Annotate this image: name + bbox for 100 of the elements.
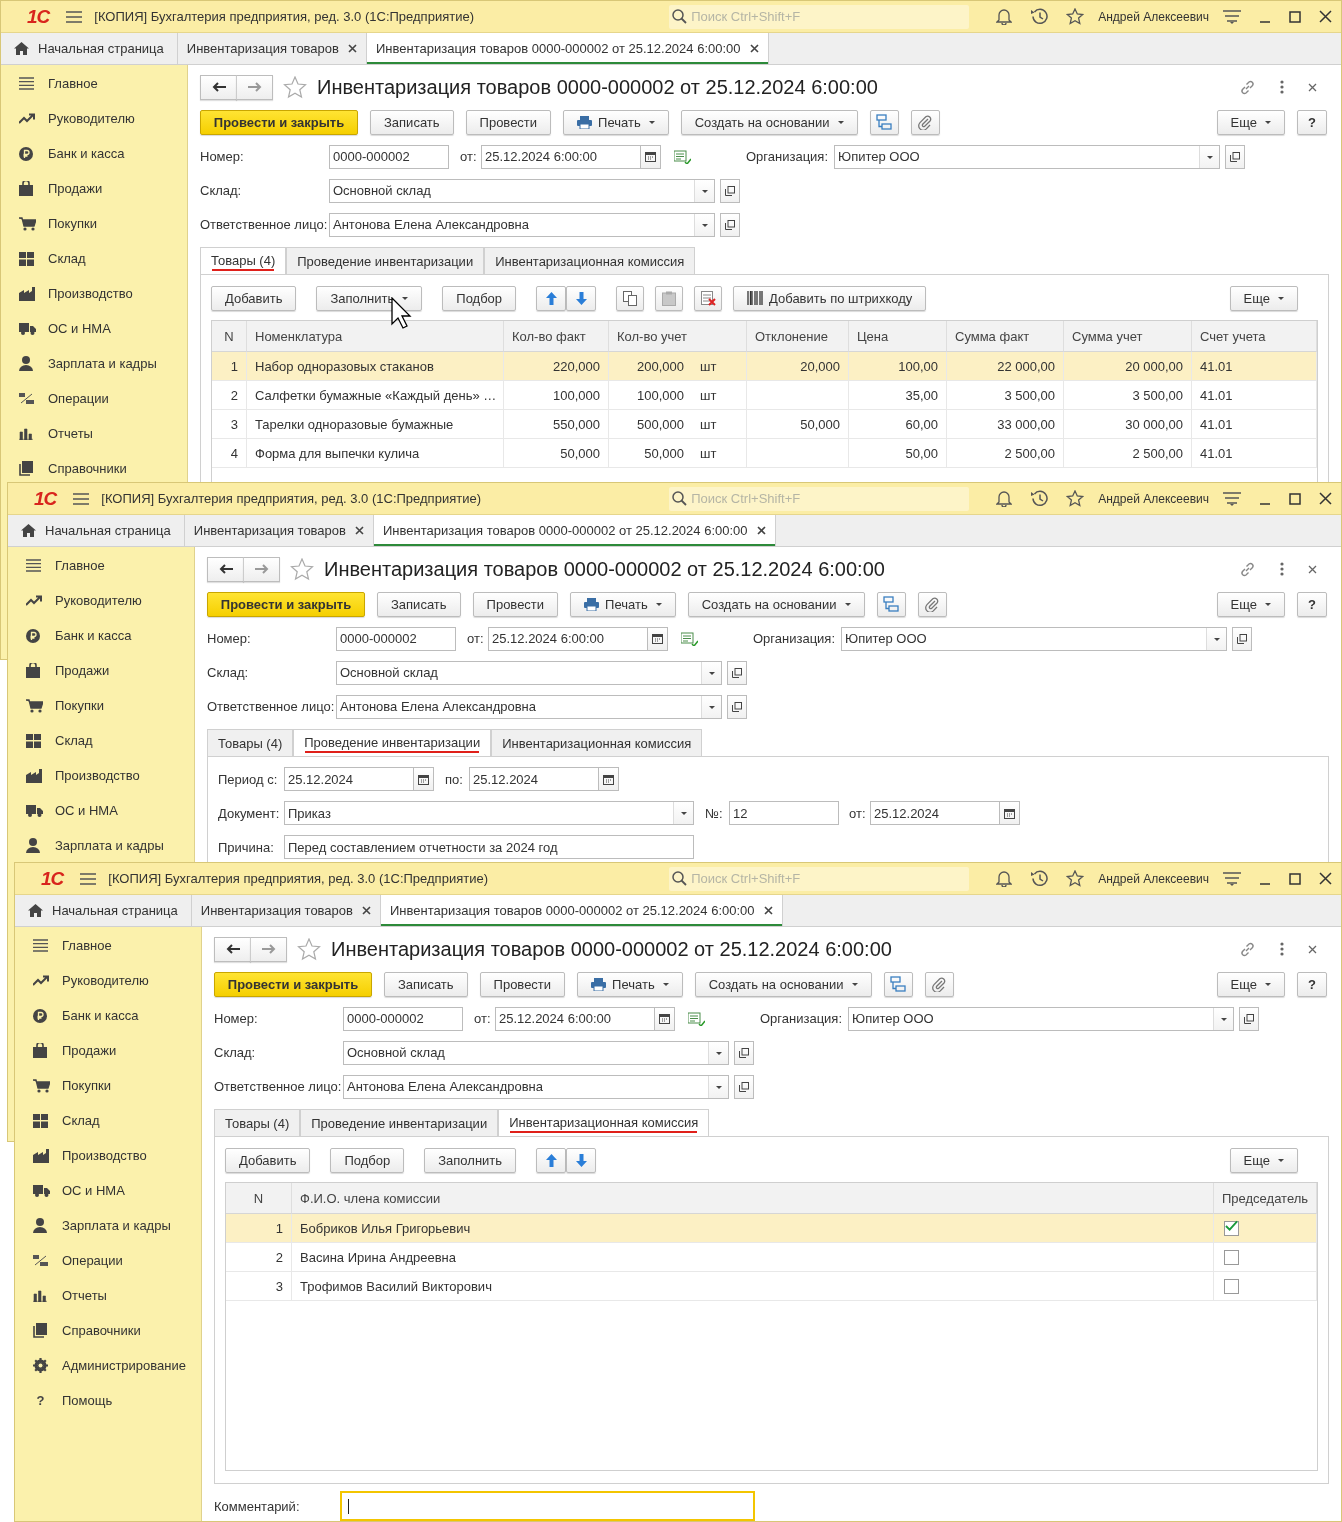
star-icon[interactable]: [1066, 870, 1085, 887]
form-tab[interactable]: Товары (4): [207, 729, 294, 756]
organization-field[interactable]: Юпитер ООО: [841, 626, 1228, 651]
window-tab[interactable]: Инвентаризация товаров: [191, 895, 381, 926]
attach-button[interactable]: [924, 971, 954, 997]
help-button[interactable]: ?: [1297, 591, 1327, 617]
warehouse-field[interactable]: Основной склад: [343, 1040, 729, 1065]
link-icon[interactable]: [1239, 940, 1256, 958]
sidebar-item[interactable]: ОС и НМА: [1, 311, 187, 346]
date-field[interactable]: 25.12.2024 6:00:00: [481, 144, 641, 169]
column-header[interactable]: Председатель: [1214, 1183, 1317, 1214]
calendar-button[interactable]: [641, 144, 661, 169]
open-button[interactable]: [1225, 144, 1246, 169]
settings-menu-icon[interactable]: [1223, 491, 1241, 506]
star-icon[interactable]: [283, 75, 307, 99]
user-name[interactable]: Андрей Алексеевич: [1098, 491, 1209, 506]
sidebar-item[interactable]: Продажи: [1, 171, 187, 206]
sidebar-item[interactable]: Банк и касса: [8, 618, 194, 653]
more-options-icon[interactable]: [1280, 562, 1284, 576]
open-button[interactable]: [734, 1040, 754, 1065]
fill-button[interactable]: Заполнить: [424, 1147, 517, 1173]
user-name[interactable]: Андрей Алексеевич: [1098, 9, 1209, 24]
sidebar-item[interactable]: Покупки: [8, 688, 194, 723]
close-icon[interactable]: [361, 906, 371, 915]
more-button[interactable]: Еще: [1216, 109, 1285, 135]
column-header[interactable]: N: [212, 321, 247, 352]
close-icon[interactable]: [1319, 872, 1332, 885]
checkbox[interactable]: [1224, 1249, 1239, 1265]
sidebar-item[interactable]: Отчеты: [1, 416, 187, 451]
settings-menu-icon[interactable]: [1223, 9, 1241, 24]
more-button[interactable]: Еще: [1216, 971, 1285, 997]
toolbar-button[interactable]: Провести: [472, 591, 559, 617]
help-button[interactable]: ?: [1297, 109, 1327, 135]
star-icon[interactable]: [1066, 8, 1085, 25]
copy-button[interactable]: [616, 285, 645, 311]
responsible-person-field[interactable]: Антонова Елена Александровна: [343, 1074, 729, 1099]
structure-button[interactable]: [869, 109, 899, 135]
calendar-button[interactable]: [414, 767, 434, 791]
document-list-icon[interactable]: [674, 149, 691, 164]
window-tab[interactable]: Инвентаризация товаров 0000-000002 от 25.12.2024 6:00:00: [373, 515, 776, 546]
checkbox[interactable]: [1224, 1220, 1239, 1236]
pick-button[interactable]: Подбор: [330, 1147, 405, 1173]
organization-field[interactable]: Юпитер ООО: [834, 144, 1221, 169]
sidebar-item[interactable]: Главное: [1, 66, 187, 101]
organization-field[interactable]: Юпитер ООО: [848, 1006, 1235, 1031]
date-field[interactable]: 25.12.2024: [469, 767, 599, 791]
sidebar-item[interactable]: Справочники: [15, 1313, 201, 1348]
close-icon[interactable]: [354, 526, 364, 535]
close-icon[interactable]: [1319, 10, 1332, 23]
user-name[interactable]: Андрей Алексеевич: [1098, 871, 1209, 886]
date-field[interactable]: 25.12.2024 6:00:00: [495, 1006, 655, 1031]
open-button[interactable]: [720, 212, 740, 237]
date-field[interactable]: 25.12.2024: [284, 767, 414, 791]
delete-row-button[interactable]: [694, 285, 723, 311]
sidebar-item[interactable]: Зарплата и кадры: [1, 346, 187, 381]
open-button[interactable]: [727, 694, 747, 719]
checkbox[interactable]: [1224, 1278, 1239, 1294]
window-tab[interactable]: Инвентаризация товаров: [177, 33, 367, 64]
notification-bell-icon[interactable]: [996, 870, 1013, 887]
star-icon[interactable]: [290, 557, 314, 581]
sidebar-item[interactable]: Производство: [15, 1138, 201, 1173]
more-button[interactable]: Еще: [1216, 591, 1285, 617]
calendar-button[interactable]: [1000, 801, 1020, 825]
structure-button[interactable]: [876, 591, 906, 617]
toolbar-button[interactable]: Записать: [370, 109, 454, 135]
sidebar-item[interactable]: ? Помощь: [15, 1383, 201, 1418]
responsible-person-field[interactable]: Антонова Елена Александровна: [329, 212, 715, 237]
sidebar-item[interactable]: Главное: [8, 548, 194, 583]
sidebar-item[interactable]: ОС и НМА: [8, 793, 194, 828]
column-header[interactable]: Номенклатура: [247, 321, 504, 352]
close-icon[interactable]: [749, 44, 759, 53]
number-field[interactable]: 0000-000002: [329, 144, 449, 169]
sidebar-item[interactable]: Продажи: [15, 1033, 201, 1068]
sidebar-item[interactable]: Зарплата и кадры: [15, 1208, 201, 1243]
close-icon[interactable]: [1308, 564, 1317, 574]
document-list-icon[interactable]: [688, 1011, 705, 1026]
move-up-button[interactable]: [536, 285, 567, 311]
settings-menu-icon[interactable]: [1223, 871, 1241, 886]
post-and-close-button[interactable]: Провести и закрыть: [200, 109, 358, 135]
open-button[interactable]: [1239, 1006, 1260, 1031]
pick-button[interactable]: Подбор: [442, 285, 517, 311]
window-tab[interactable]: Начальная страница: [1, 33, 178, 64]
sidebar-item[interactable]: Продажи: [8, 653, 194, 688]
sidebar-item[interactable]: ОС и НМА: [15, 1173, 201, 1208]
attach-button[interactable]: [910, 109, 940, 135]
close-icon[interactable]: [1319, 492, 1332, 505]
warehouse-field[interactable]: Основной склад: [329, 178, 715, 203]
add-by-barcode-button[interactable]: Добавить по штрихкоду: [733, 285, 927, 311]
sidebar-item[interactable]: Главное: [15, 928, 201, 963]
create-based-on-button[interactable]: Создать на основании: [680, 109, 858, 135]
add-button[interactable]: Добавить: [225, 1147, 311, 1173]
sidebar-item[interactable]: Покупки: [1, 206, 187, 241]
window-tab[interactable]: Начальная страница: [8, 515, 185, 546]
open-button[interactable]: [727, 660, 747, 685]
close-icon[interactable]: [756, 526, 766, 535]
sidebar-item[interactable]: Производство: [1, 276, 187, 311]
toolbar-button[interactable]: Записать: [384, 971, 468, 997]
responsible-person-field[interactable]: Антонова Елена Александровна: [336, 694, 722, 719]
column-header[interactable]: Ф.И.О. члена комиссии: [292, 1183, 1214, 1214]
form-tab[interactable]: Проведение инвентаризации: [300, 1109, 499, 1136]
